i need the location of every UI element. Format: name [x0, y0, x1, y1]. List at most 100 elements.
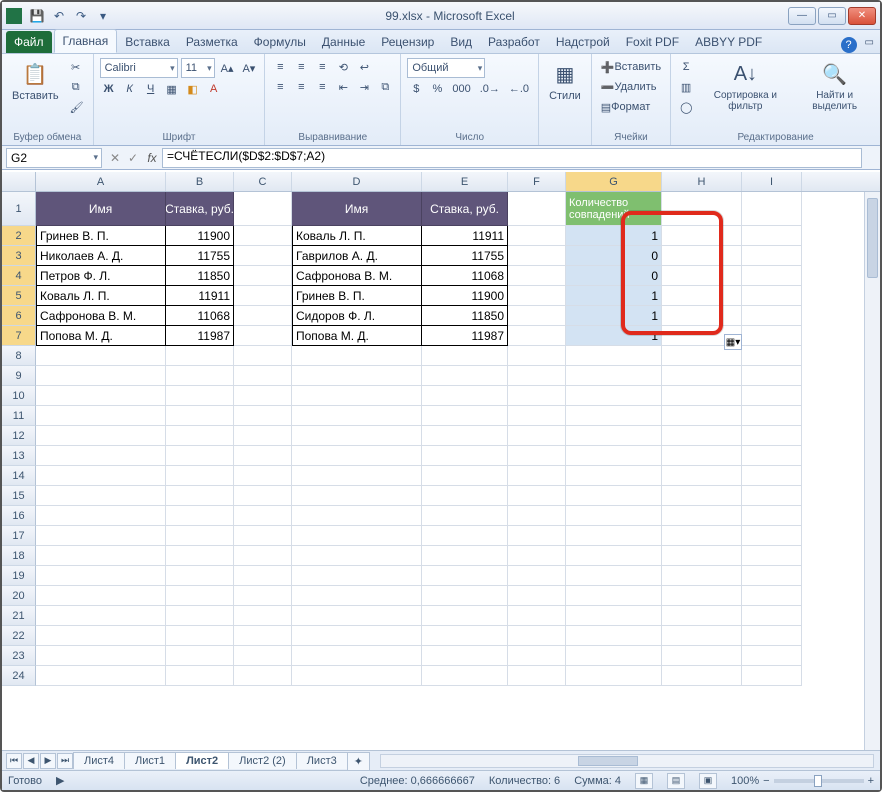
- cell[interactable]: Петров Ф. Л.: [36, 266, 166, 286]
- cell[interactable]: [166, 346, 234, 366]
- select-all-corner[interactable]: [2, 172, 36, 191]
- cell[interactable]: [662, 406, 742, 426]
- sheet-nav-first-icon[interactable]: ⏮: [6, 753, 22, 769]
- align-bot-icon[interactable]: ≡: [313, 58, 331, 76]
- insert-cells-button[interactable]: ➕ Вставить: [598, 58, 664, 76]
- cell[interactable]: [36, 446, 166, 466]
- cell[interactable]: [422, 366, 508, 386]
- scroll-thumb[interactable]: [578, 756, 638, 766]
- row-head[interactable]: 13: [2, 446, 36, 466]
- cell[interactable]: Имя: [292, 192, 422, 226]
- cell[interactable]: [422, 626, 508, 646]
- cell[interactable]: [36, 566, 166, 586]
- cell[interactable]: [36, 346, 166, 366]
- cell[interactable]: 11900: [166, 226, 234, 246]
- cell[interactable]: [36, 406, 166, 426]
- cell[interactable]: [234, 526, 292, 546]
- cell[interactable]: [566, 406, 662, 426]
- cell[interactable]: [422, 566, 508, 586]
- tab-insert[interactable]: Вставка: [117, 31, 178, 53]
- sheet-nav-last-icon[interactable]: ⏭: [57, 753, 73, 769]
- cell[interactable]: [166, 486, 234, 506]
- orientation-icon[interactable]: ⟲: [334, 58, 352, 76]
- cell[interactable]: [422, 446, 508, 466]
- cell[interactable]: [292, 626, 422, 646]
- cell[interactable]: [166, 546, 234, 566]
- tab-review[interactable]: Рецензир: [373, 31, 442, 53]
- cell[interactable]: [234, 486, 292, 506]
- cell[interactable]: [36, 386, 166, 406]
- underline-button[interactable]: Ч: [142, 80, 160, 98]
- col-head-E[interactable]: E: [422, 172, 508, 191]
- cell[interactable]: [662, 306, 742, 326]
- cell[interactable]: [234, 226, 292, 246]
- font-color-icon[interactable]: A: [205, 80, 223, 98]
- cell[interactable]: [742, 446, 802, 466]
- cell[interactable]: [662, 426, 742, 446]
- cell[interactable]: [508, 366, 566, 386]
- cell[interactable]: [508, 386, 566, 406]
- cell[interactable]: [166, 366, 234, 386]
- col-head-D[interactable]: D: [292, 172, 422, 191]
- comma-icon[interactable]: 000: [449, 80, 473, 98]
- cell[interactable]: [566, 586, 662, 606]
- cell[interactable]: [508, 526, 566, 546]
- fx-icon[interactable]: fx: [142, 151, 162, 165]
- cell[interactable]: [234, 386, 292, 406]
- cell[interactable]: [422, 346, 508, 366]
- cell[interactable]: [234, 246, 292, 266]
- increase-font-icon[interactable]: A▴: [218, 59, 237, 77]
- cell[interactable]: [566, 346, 662, 366]
- cell[interactable]: [36, 546, 166, 566]
- row-head[interactable]: 15: [2, 486, 36, 506]
- tab-file[interactable]: Файл: [6, 31, 52, 53]
- cell[interactable]: [166, 646, 234, 666]
- cell[interactable]: [508, 546, 566, 566]
- maximize-button[interactable]: ▭: [818, 7, 846, 25]
- cell[interactable]: [36, 666, 166, 686]
- align-center-icon[interactable]: ≡: [292, 78, 310, 96]
- cell[interactable]: [292, 666, 422, 686]
- autofill-options-icon[interactable]: ▦▾: [724, 334, 742, 350]
- cell[interactable]: Ставка, руб.: [422, 192, 508, 226]
- cell[interactable]: 0: [566, 266, 662, 286]
- copy-icon[interactable]: ⧉: [67, 78, 85, 96]
- tab-layout[interactable]: Разметка: [178, 31, 246, 53]
- cell[interactable]: [662, 666, 742, 686]
- cell[interactable]: [566, 446, 662, 466]
- cell[interactable]: [422, 606, 508, 626]
- row-head[interactable]: 6: [2, 306, 36, 326]
- row-head[interactable]: 19: [2, 566, 36, 586]
- tab-view[interactable]: Вид: [442, 31, 480, 53]
- cell[interactable]: [292, 586, 422, 606]
- col-head-I[interactable]: I: [742, 172, 802, 191]
- cell[interactable]: [234, 406, 292, 426]
- delete-cells-button[interactable]: ➖ Удалить: [598, 78, 660, 96]
- cell[interactable]: 11850: [166, 266, 234, 286]
- cell[interactable]: [662, 626, 742, 646]
- cell[interactable]: [508, 406, 566, 426]
- format-painter-icon[interactable]: 🖌: [67, 98, 87, 116]
- bold-button[interactable]: Ж: [100, 80, 118, 98]
- cell[interactable]: [422, 526, 508, 546]
- row-head[interactable]: 22: [2, 626, 36, 646]
- cell[interactable]: [662, 486, 742, 506]
- cell[interactable]: [508, 326, 566, 346]
- cell[interactable]: [508, 306, 566, 326]
- cell[interactable]: 11987: [422, 326, 508, 346]
- col-head-A[interactable]: A: [36, 172, 166, 191]
- cell[interactable]: [742, 526, 802, 546]
- cell[interactable]: Николаев А. Д.: [36, 246, 166, 266]
- tab-addins[interactable]: Надстрой: [548, 31, 618, 53]
- indent-inc-icon[interactable]: ⇥: [355, 78, 373, 96]
- cell[interactable]: [566, 426, 662, 446]
- cell[interactable]: [166, 506, 234, 526]
- cell[interactable]: [422, 586, 508, 606]
- cell[interactable]: [566, 526, 662, 546]
- cut-icon[interactable]: ✂: [67, 58, 85, 76]
- cell[interactable]: Ставка, руб.: [166, 192, 234, 226]
- col-head-H[interactable]: H: [662, 172, 742, 191]
- cell[interactable]: [508, 446, 566, 466]
- cell[interactable]: 11068: [166, 306, 234, 326]
- cell[interactable]: [422, 666, 508, 686]
